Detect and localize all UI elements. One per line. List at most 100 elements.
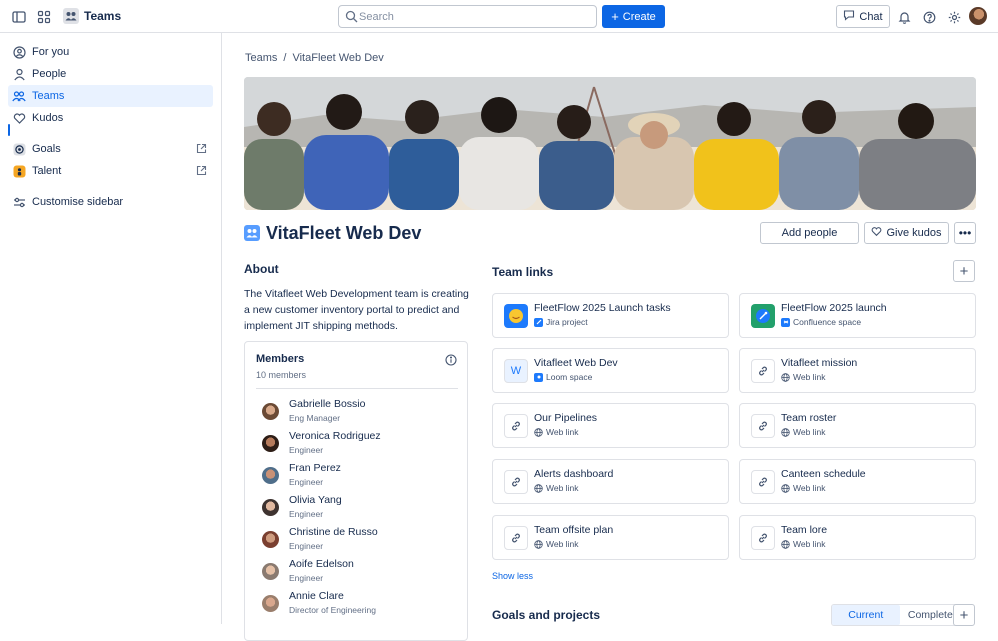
sidebar-item-customise[interactable]: Customise sidebar <box>8 191 213 213</box>
member-name: Fran Perez <box>289 462 341 474</box>
link-subtitle: Confluence space <box>781 317 861 327</box>
user-avatar[interactable] <box>969 7 987 25</box>
avatar <box>262 403 279 420</box>
link-subtitle: Web link <box>781 427 825 437</box>
link-card[interactable]: Canteen schedule Web link <box>739 459 976 504</box>
member-row[interactable]: Annie Clare Director of Engineering <box>262 588 462 618</box>
link-card[interactable]: Alerts dashboard Web link <box>492 459 729 504</box>
link-icon <box>504 526 528 550</box>
link-subtitle: Web link <box>781 372 825 382</box>
member-role: Engineer <box>289 573 324 583</box>
link-icon <box>751 359 775 383</box>
member-row[interactable]: Gabrielle Bossio Eng Manager <box>262 396 462 426</box>
link-card[interactable]: FleetFlow 2025 launch Confluence space <box>739 293 976 338</box>
breadcrumb-separator: / <box>283 52 287 64</box>
search-box[interactable] <box>338 5 597 28</box>
external-link-icon[interactable] <box>196 143 207 154</box>
add-link-button[interactable]: + <box>953 260 975 282</box>
external-link-icon[interactable] <box>196 165 207 176</box>
link-icon <box>751 414 775 438</box>
members-count: 10 members <box>256 370 307 380</box>
sidebar-item-kudos[interactable]: Kudos <box>8 107 213 129</box>
member-role: Director of Engineering <box>289 605 376 615</box>
sidebar-item-goals[interactable]: Goals <box>8 138 213 160</box>
link-subtitle: Web link <box>534 539 578 549</box>
link-title: Team offsite plan <box>534 524 614 536</box>
link-type: Web link <box>546 483 579 493</box>
breadcrumb: Teams / VitaFleet Web Dev <box>245 52 384 64</box>
avatar <box>262 563 279 580</box>
link-title: FleetFlow 2025 launch <box>781 302 887 314</box>
link-card[interactable]: FleetFlow 2025 Launch tasks Jira project <box>492 293 729 338</box>
sidebar-item-people[interactable]: People <box>8 63 213 85</box>
goal-icon <box>12 142 26 156</box>
show-less-link[interactable]: Show less <box>492 571 533 581</box>
link-card[interactable]: Vitafleet mission Web link <box>739 348 976 393</box>
globe-icon <box>534 539 543 549</box>
link-card[interactable]: Team roster Web link <box>739 403 976 448</box>
sidebar-item-teams[interactable]: Teams <box>8 85 213 107</box>
sidebar-item-label: Teams <box>32 90 65 102</box>
top-navigation-bar: Teams + Create Chat <box>0 0 998 33</box>
app-name[interactable]: Teams <box>84 9 121 23</box>
member-name: Olivia Yang <box>289 494 342 506</box>
app-switcher-icon[interactable] <box>34 7 54 27</box>
member-row[interactable]: Olivia Yang Engineer <box>262 492 462 522</box>
heart-icon <box>871 226 882 240</box>
link-card[interactable]: Team lore Web link <box>739 515 976 560</box>
give-kudos-button[interactable]: Give kudos <box>864 222 949 244</box>
chat-button[interactable]: Chat <box>836 5 890 28</box>
create-button[interactable]: + Create <box>602 5 665 28</box>
teams-app-logo-icon[interactable] <box>63 8 79 24</box>
add-people-button[interactable]: Add people <box>760 222 859 244</box>
heart-icon <box>12 111 26 125</box>
search-input[interactable] <box>359 9 589 24</box>
link-card[interactable]: Our Pipelines Web link <box>492 403 729 448</box>
link-card[interactable]: W Vitafleet Web Dev Loom space <box>492 348 729 393</box>
settings-gear-icon[interactable] <box>944 7 964 27</box>
breadcrumb-current[interactable]: VitaFleet Web Dev <box>292 52 383 64</box>
notifications-bell-icon[interactable] <box>894 7 914 27</box>
info-icon[interactable] <box>445 353 457 366</box>
member-role: Engineer <box>289 541 324 551</box>
add-goal-button[interactable]: + <box>953 604 975 626</box>
member-name: Annie Clare <box>289 590 344 602</box>
sidebar-item-label: Customise sidebar <box>32 196 124 208</box>
member-name: Veronica Rodriguez <box>289 430 381 442</box>
person-icon <box>12 67 26 81</box>
customise-icon <box>12 195 26 209</box>
sidebar-item-for-you[interactable]: For you <box>8 41 213 63</box>
divider <box>256 388 458 389</box>
avatar <box>262 435 279 452</box>
loom-icon <box>534 372 543 382</box>
chat-button-label: Chat <box>859 10 883 23</box>
sidebar-item-talent[interactable]: Talent <box>8 160 213 182</box>
more-actions-button[interactable]: ••• <box>954 222 976 244</box>
member-row[interactable]: Christine de Russo Engineer <box>262 524 462 554</box>
team-avatar-icon <box>244 225 260 241</box>
avatar <box>262 467 279 484</box>
globe-icon <box>781 539 790 549</box>
sidebar-item-label: Kudos <box>32 112 64 124</box>
breadcrumb-teams-link[interactable]: Teams <box>245 52 277 64</box>
link-icon <box>504 470 528 494</box>
link-title: FleetFlow 2025 Launch tasks <box>534 302 671 314</box>
confluence-space-icon <box>751 304 775 328</box>
globe-icon <box>781 483 790 493</box>
member-name: Gabrielle Bossio <box>289 398 366 410</box>
team-links-heading: Team links <box>492 265 554 279</box>
globe-icon <box>534 483 543 493</box>
member-row[interactable]: Aoife Edelson Engineer <box>262 556 462 586</box>
sidebar-toggle-icon[interactable] <box>9 7 29 27</box>
avatar <box>262 499 279 516</box>
help-icon[interactable] <box>919 7 939 27</box>
sidebar-item-label: People <box>32 68 67 80</box>
member-row[interactable]: Veronica Rodriguez Engineer <box>262 428 462 458</box>
tab-current[interactable]: Current <box>832 605 900 625</box>
link-title: Team lore <box>781 524 828 536</box>
team-title-row: VitaFleet Web Dev <box>244 222 421 244</box>
link-card[interactable]: Team offsite plan Web link <box>492 515 729 560</box>
team-header-image <box>244 77 976 210</box>
member-name: Aoife Edelson <box>289 558 354 570</box>
member-row[interactable]: Fran Perez Engineer <box>262 460 462 490</box>
